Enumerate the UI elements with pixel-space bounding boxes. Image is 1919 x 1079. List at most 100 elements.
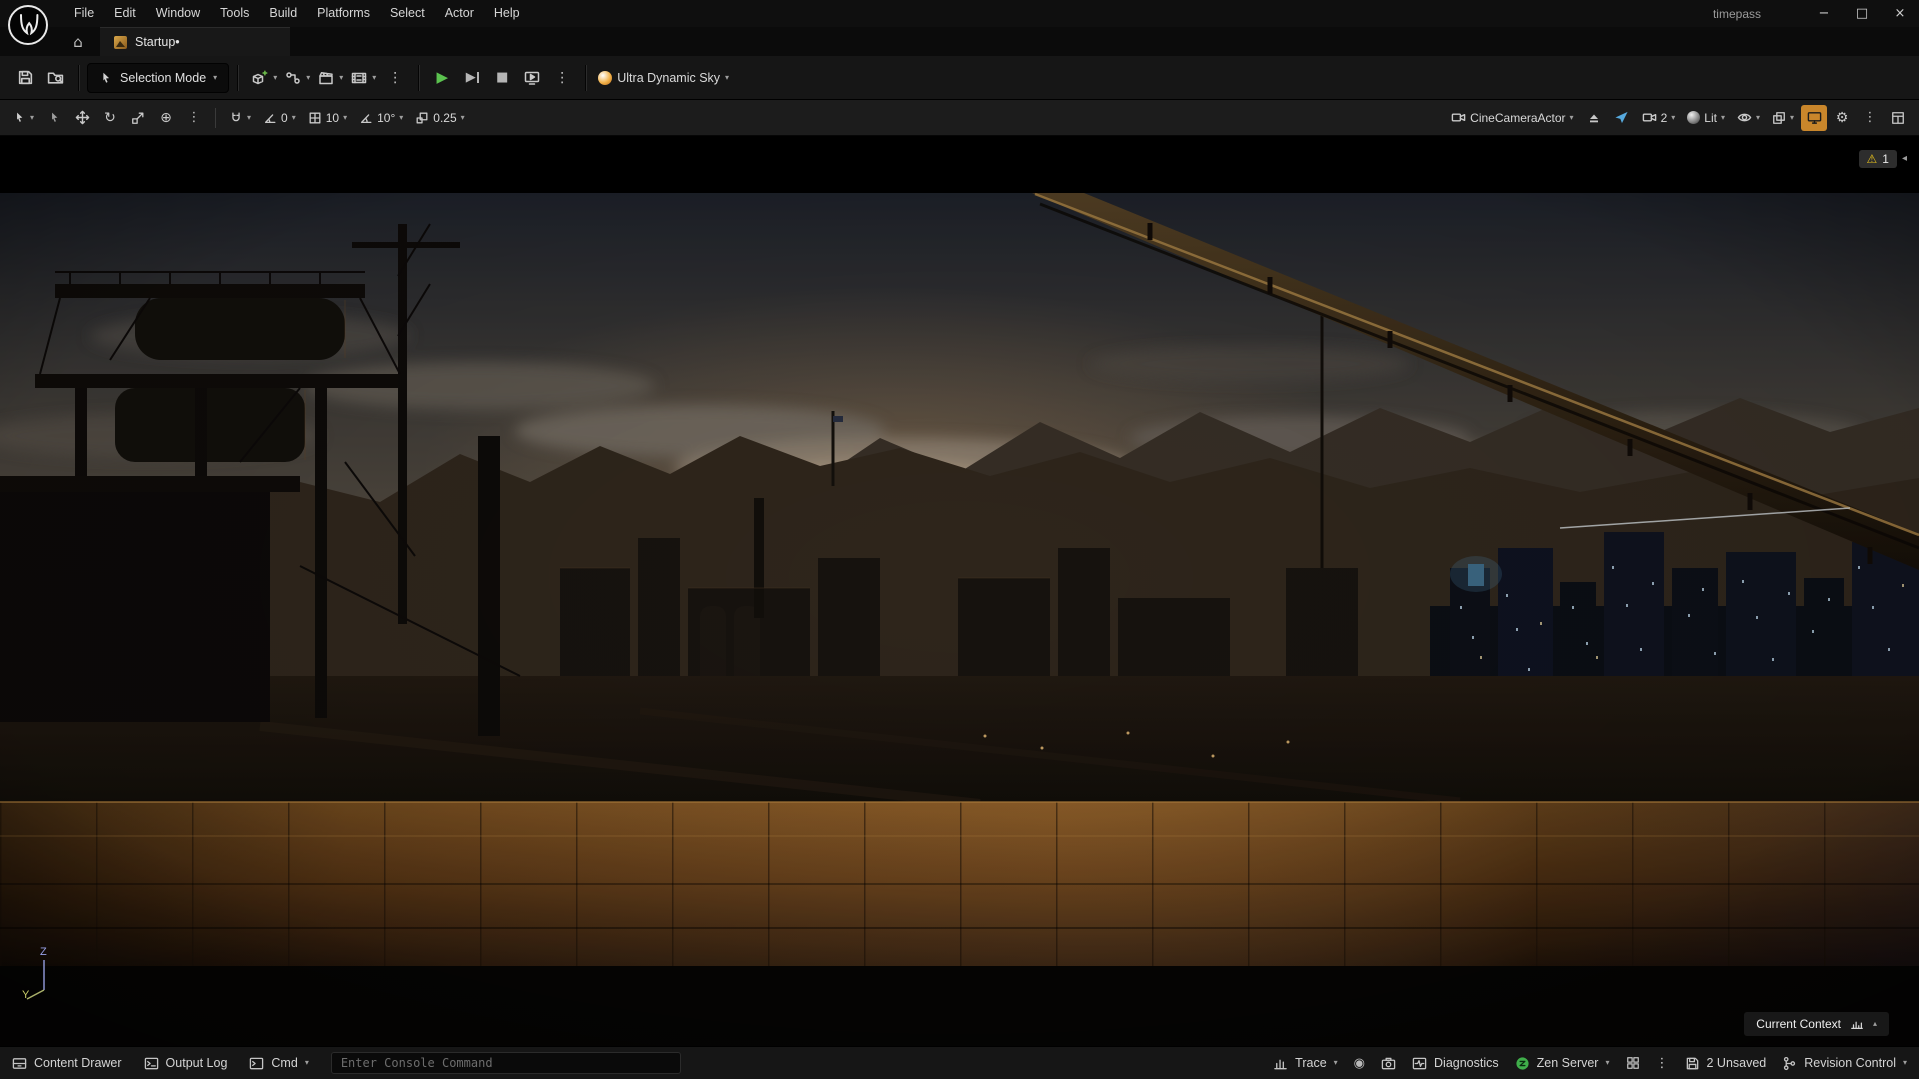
rotation-snap-dropdown[interactable]: 10° ▾ <box>354 105 408 131</box>
screenshot-camera-icon <box>1381 1056 1396 1071</box>
selection-mode-dropdown[interactable]: Selection Mode ▾ <box>87 63 229 93</box>
chevron-down-icon: ▾ <box>306 74 310 82</box>
level-tab-icon <box>114 36 127 49</box>
stats-icon <box>1850 1017 1864 1031</box>
current-context-button[interactable]: Current Context ▴ <box>1744 1012 1889 1036</box>
viewport-scene[interactable]: ⚠ 1 ◂ Z Y Current Context ▴ <box>0 136 1919 1046</box>
status-overflow-menu[interactable]: ⋮ <box>1656 1057 1669 1070</box>
menu-select[interactable]: Select <box>380 0 435 27</box>
chevron-down-icon: ▾ <box>1334 1059 1338 1067</box>
menu-platforms[interactable]: Platforms <box>307 0 380 27</box>
level-viewport: ▾ ↻ ⊕ ⋮ ▾ <box>0 100 1919 1046</box>
scale-tool-button[interactable] <box>125 105 151 131</box>
zen-server-dropdown[interactable]: Zen Server ▾ <box>1515 1056 1610 1071</box>
viewport-layout-button[interactable] <box>1885 105 1911 131</box>
trace-record-button[interactable]: ◉ <box>1354 1057 1365 1070</box>
minimize-button[interactable]: − <box>1805 0 1843 27</box>
tab-label: Startup• <box>135 35 180 49</box>
content-drawer-button[interactable]: Content Drawer <box>12 1056 122 1071</box>
chevron-down-icon: ▾ <box>339 74 343 82</box>
cmd-dropdown[interactable]: Cmd ▾ <box>249 1056 308 1071</box>
unsaved-label: 2 Unsaved <box>1707 1056 1767 1070</box>
menu-file[interactable]: File <box>64 0 104 27</box>
launch-platforms-button[interactable] <box>517 63 547 93</box>
zen-server-label: Zen Server <box>1537 1056 1599 1070</box>
tab-startup[interactable]: Startup• <box>100 27 290 56</box>
warning-icon: ⚠ <box>1867 153 1878 165</box>
move-tool-button[interactable] <box>69 105 95 131</box>
viewport-warning-badge[interactable]: ⚠ 1 <box>1859 150 1897 168</box>
menu-actor[interactable]: Actor <box>435 0 484 27</box>
game-view-monitor-icon <box>1807 110 1822 125</box>
viewport-separator <box>215 108 216 128</box>
chevron-down-icon: ▾ <box>343 114 347 122</box>
stop-button[interactable]: ■ <box>487 63 517 93</box>
grid-icon <box>308 111 322 125</box>
save-button[interactable] <box>10 63 40 93</box>
toolbar-separator <box>237 65 238 91</box>
transform-tool-dropdown[interactable]: ▾ <box>8 105 39 131</box>
blueprints-dropdown[interactable]: ▾ <box>281 63 314 93</box>
menu-build[interactable]: Build <box>259 0 307 27</box>
camera-speed-dropdown[interactable]: 2 ▾ <box>1637 105 1681 131</box>
trace-label: Trace <box>1295 1056 1327 1070</box>
home-button[interactable]: ⌂ <box>64 30 92 54</box>
angle-icon <box>263 111 277 125</box>
cinematics-dropdown[interactable]: ▾ <box>314 63 347 93</box>
toolbar-overflow-menu[interactable]: ⋮ <box>380 63 410 93</box>
game-view-toggle[interactable] <box>1801 105 1827 131</box>
cine-camera-dropdown[interactable]: CineCameraActor ▾ <box>1446 105 1578 131</box>
pilot-camera-button[interactable] <box>1609 105 1635 131</box>
sky-actor-label: Ultra Dynamic Sky <box>617 71 720 85</box>
blueprint-nodes-icon <box>285 70 301 86</box>
diagnostics-button[interactable]: Diagnostics <box>1412 1056 1499 1071</box>
output-log-button[interactable]: Output Log <box>144 1056 228 1071</box>
play-options-menu[interactable]: ⋮ <box>547 63 577 93</box>
unreal-logo-icon[interactable] <box>6 3 50 47</box>
scale-snap-dropdown[interactable]: 0.25 ▾ <box>410 105 469 131</box>
close-button[interactable]: × <box>1881 0 1919 27</box>
screenshot-button[interactable] <box>1381 1056 1396 1071</box>
console-command-input[interactable] <box>331 1052 681 1074</box>
trace-dropdown[interactable]: Trace ▾ <box>1273 1056 1338 1071</box>
viewport-settings-button[interactable]: ⚙ <box>1829 105 1855 131</box>
transform-options-menu[interactable]: ⋮ <box>181 105 207 131</box>
snap-offset-dropdown[interactable]: 0 ▾ <box>258 105 301 131</box>
toolbar-separator <box>585 65 586 91</box>
menu-help[interactable]: Help <box>484 0 530 27</box>
maximize-button[interactable]: □ <box>1843 0 1881 27</box>
collapse-warnings-icon[interactable]: ◂ <box>1902 154 1907 164</box>
eject-camera-button[interactable] <box>1581 105 1607 131</box>
menu-tools[interactable]: Tools <box>210 0 259 27</box>
play-icon: ▶ <box>436 70 448 85</box>
chevron-down-icon: ▾ <box>725 74 729 82</box>
sequencer-dropdown[interactable]: ▾ <box>347 63 380 93</box>
play-button[interactable]: ▶ <box>427 63 457 93</box>
unsaved-changes-button[interactable]: 2 Unsaved <box>1685 1056 1767 1071</box>
eject-icon <box>1587 111 1601 125</box>
add-actor-dropdown[interactable]: ▾ <box>246 63 281 93</box>
menu-edit[interactable]: Edit <box>104 0 146 27</box>
axis-z-label: Z <box>40 946 47 958</box>
ultra-dynamic-sky-button[interactable]: Ultra Dynamic Sky ▾ <box>594 63 733 93</box>
show-flags-dropdown[interactable]: ▾ <box>1767 105 1799 131</box>
insights-button[interactable] <box>1626 1056 1640 1070</box>
revision-control-dropdown[interactable]: Revision Control ▾ <box>1782 1056 1907 1071</box>
grid-snap-value: 10 <box>326 111 339 125</box>
view-mode-dropdown[interactable]: Lit ▾ <box>1682 105 1730 131</box>
surface-snap-dropdown[interactable]: ▾ <box>224 105 256 131</box>
viewport-options-menu[interactable]: ⋮ <box>1857 105 1883 131</box>
perspective-visibility-dropdown[interactable]: ▾ <box>1732 105 1765 131</box>
rotate-tool-button[interactable]: ↻ <box>97 105 123 131</box>
terminal-icon <box>249 1056 264 1071</box>
menu-window[interactable]: Window <box>146 0 210 27</box>
select-tool-button[interactable] <box>41 105 67 131</box>
diagnostics-label: Diagnostics <box>1434 1056 1499 1070</box>
grid-snap-dropdown[interactable]: 10 ▾ <box>303 105 352 131</box>
frame-skip-button[interactable]: ▶ <box>457 63 487 93</box>
main-menus: File Edit Window Tools Build Platforms S… <box>64 0 530 27</box>
axis-y-label: Y <box>22 989 30 1001</box>
browse-content-button[interactable] <box>40 63 70 93</box>
world-coordinate-toggle[interactable]: ⊕ <box>153 105 179 131</box>
chevron-down-icon: ▾ <box>1903 1059 1907 1067</box>
